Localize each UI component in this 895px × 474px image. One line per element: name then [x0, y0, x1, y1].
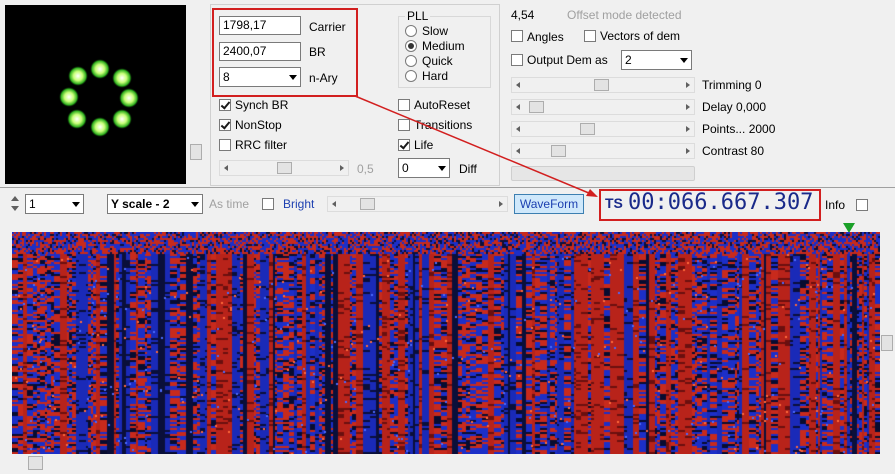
horizontal-scrollbar[interactable]: [12, 455, 880, 472]
vertical-scroll-thumb[interactable]: [881, 335, 893, 351]
horizontal-scroll-thumb[interactable]: [28, 456, 43, 470]
eye-pattern-canvas: [12, 232, 880, 454]
vertical-scrollbar[interactable]: [880, 232, 895, 454]
eye-pattern-display: [12, 232, 880, 454]
